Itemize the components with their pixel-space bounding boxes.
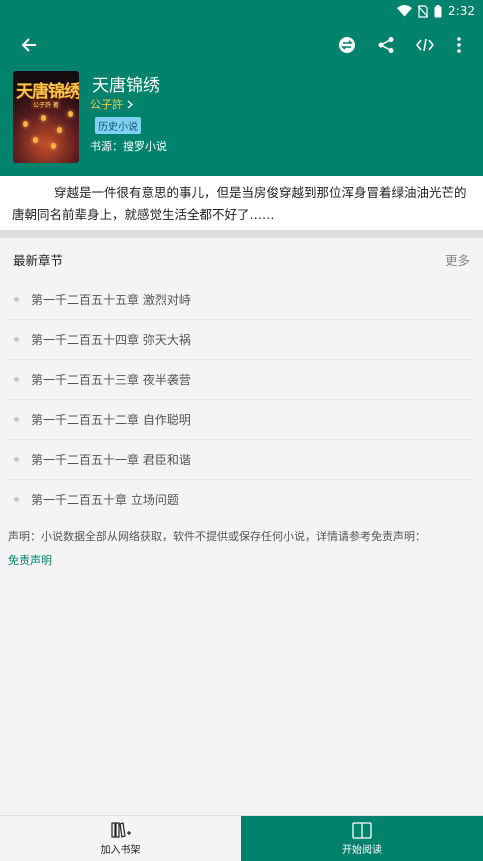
chapter-title: 第一千二百五十二章 自作聪明 bbox=[31, 413, 191, 427]
book-intro: 穿越是一件很有意思的事儿，但是当房俊穿越到那位浑身冒着绿油油光芒的唐朝同名前辈身… bbox=[0, 176, 483, 230]
book-title: 天唐锦绣 bbox=[92, 76, 160, 96]
lantern-decoration bbox=[41, 115, 46, 121]
start-reading-button[interactable]: 开始阅读 bbox=[241, 816, 483, 861]
chapter-title: 第一千二百五十四章 弥天大祸 bbox=[31, 333, 191, 347]
share-button[interactable] bbox=[371, 30, 401, 60]
bookshelf-add-icon bbox=[110, 822, 131, 838]
lantern-decoration bbox=[23, 121, 28, 127]
battery-icon bbox=[434, 4, 442, 18]
code-icon bbox=[416, 38, 434, 52]
book-cover[interactable]: 天唐锦绣 公子許 著 bbox=[13, 71, 79, 163]
change-source-button[interactable] bbox=[332, 30, 362, 60]
lantern-decoration bbox=[51, 143, 56, 149]
chapter-title: 第一千二百五十一章 君臣和谐 bbox=[31, 453, 191, 467]
bullet-dot bbox=[14, 497, 19, 502]
book-source: 书源：搜罗小说 bbox=[90, 140, 167, 153]
chevron-right-icon bbox=[127, 100, 133, 108]
chapters-header: 最新章节 bbox=[13, 253, 64, 268]
toolbar bbox=[0, 30, 483, 60]
open-book-icon bbox=[352, 821, 372, 839]
copyright-notice: 声明：小说数据全部从网络获取，软件不提供或保存任何小说，详情请参考免责声明： bbox=[8, 530, 426, 543]
swap-source-icon bbox=[339, 37, 355, 53]
book-header: 2:32 天唐锦绣 公子許 著 天唐锦绣 公子許 历史小说 书源：搜罗小说 bbox=[0, 0, 483, 176]
bottom-action-bar: 加入书架 开始阅读 bbox=[0, 815, 483, 861]
genre-tag: 历史小说 bbox=[95, 117, 141, 134]
disclaimer-link[interactable]: 免责声明 bbox=[8, 552, 52, 568]
no-sim-icon bbox=[418, 4, 429, 18]
more-chapters-button[interactable]: 更多 bbox=[445, 250, 470, 269]
edit-source-button[interactable] bbox=[410, 30, 440, 60]
chapter-item[interactable]: 第一千二百五十章 立场问题 bbox=[10, 480, 474, 519]
cover-title-art: 天唐锦绣 bbox=[16, 82, 79, 102]
add-to-shelf-button[interactable]: 加入书架 bbox=[0, 816, 241, 861]
arrow-left-icon bbox=[21, 38, 36, 52]
author-link[interactable]: 公子許 bbox=[90, 96, 133, 112]
chapter-title: 第一千二百五十三章 夜半袭营 bbox=[31, 373, 191, 387]
chapter-item[interactable]: 第一千二百五十四章 弥天大祸 bbox=[10, 320, 474, 360]
bullet-dot bbox=[14, 377, 19, 382]
chapter-title: 第一千二百五十五章 激烈对峙 bbox=[31, 293, 191, 307]
status-bar: 2:32 bbox=[397, 0, 483, 22]
section-divider bbox=[0, 230, 483, 238]
lantern-decoration bbox=[68, 111, 73, 117]
share-icon bbox=[378, 37, 394, 53]
start-reading-label: 开始阅读 bbox=[342, 844, 382, 856]
bullet-dot bbox=[14, 337, 19, 342]
back-button[interactable] bbox=[14, 30, 44, 60]
author-name: 公子許 bbox=[90, 98, 123, 111]
bullet-dot bbox=[14, 297, 19, 302]
chapter-item[interactable]: 第一千二百五十五章 激烈对峙 bbox=[10, 280, 474, 320]
lantern-decoration bbox=[33, 137, 38, 143]
bullet-dot bbox=[14, 417, 19, 422]
latest-chapters-section: 最新章节 更多 第一千二百五十五章 激烈对峙 第一千二百五十四章 弥天大祸 第一… bbox=[0, 238, 483, 518]
lantern-decoration bbox=[57, 127, 62, 133]
more-button[interactable] bbox=[444, 30, 474, 60]
chapter-item[interactable]: 第一千二百五十二章 自作聪明 bbox=[10, 400, 474, 440]
more-vertical-icon bbox=[457, 37, 461, 53]
bullet-dot bbox=[14, 457, 19, 462]
wifi-icon bbox=[397, 5, 413, 17]
cover-subtitle-art: 公子許 著 bbox=[31, 100, 61, 109]
clock: 2:32 bbox=[448, 4, 475, 18]
chapter-title: 第一千二百五十章 立场问题 bbox=[31, 493, 179, 507]
intro-text: 穿越是一件很有意思的事儿，但是当房俊穿越到那位浑身冒着绿油油光芒的唐朝同名前辈身… bbox=[12, 185, 467, 222]
add-to-shelf-label: 加入书架 bbox=[100, 845, 141, 856]
chapter-list: 第一千二百五十五章 激烈对峙 第一千二百五十四章 弥天大祸 第一千二百五十三章 … bbox=[10, 280, 474, 519]
chapter-item[interactable]: 第一千二百五十一章 君臣和谐 bbox=[10, 440, 474, 480]
chapter-item[interactable]: 第一千二百五十三章 夜半袭营 bbox=[10, 360, 474, 400]
